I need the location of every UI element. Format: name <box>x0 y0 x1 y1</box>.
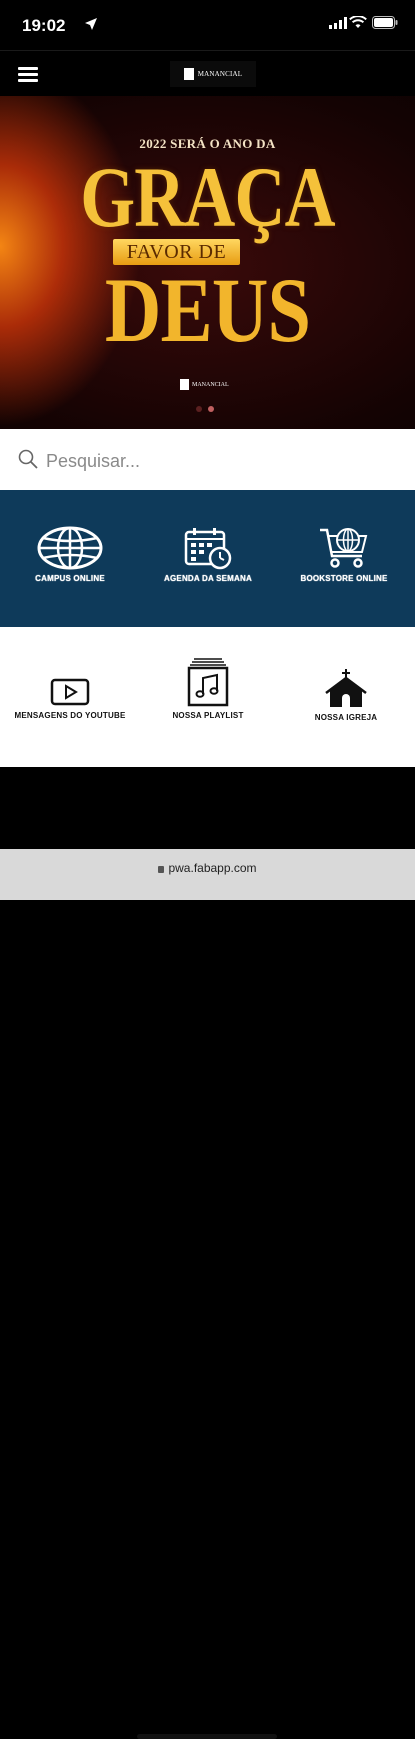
app-header: MANANCIAL <box>0 50 415 97</box>
search-icon <box>18 449 38 469</box>
carousel-dot-2[interactable] <box>208 406 214 412</box>
search-bar <box>0 429 415 490</box>
status-bar: 19:02 <box>0 0 415 50</box>
logo-text: MANANCIAL <box>197 70 243 78</box>
cart-globe-icon <box>320 528 368 568</box>
tile-bookstore-online[interactable]: BOOKSTORE ONLINE <box>284 526 404 583</box>
home-indicator[interactable] <box>137 1734 277 1739</box>
tile-label: MENSAGENS DO YOUTUBE <box>14 711 126 720</box>
hero-word1: GRAÇA <box>80 149 335 245</box>
hero-logo: MANANCIAL <box>180 379 229 390</box>
app-logo[interactable]: MANANCIAL <box>170 61 256 87</box>
empty-area <box>0 767 415 849</box>
hero-banner[interactable]: 2022 SERÁ O ANO DA GRAÇA FAVOR DE DEUS M… <box>0 96 415 429</box>
shortcuts-row-2: MENSAGENS DO YOUTUBE NOSSA PLAYLIST NOSS… <box>0 627 415 767</box>
carousel-dot-1[interactable] <box>196 406 202 412</box>
tile-mensagens-youtube[interactable]: MENSAGENS DO YOUTUBE <box>10 677 130 720</box>
url-text: pwa.fabapp.com <box>168 861 257 875</box>
church-icon <box>325 669 367 707</box>
tile-label: BOOKSTORE ONLINE <box>300 574 388 583</box>
play-icon <box>50 678 90 706</box>
hero-logo-mark-icon <box>180 379 189 390</box>
browser-url-bar[interactable]: pwa.fabapp.com <box>0 849 415 1739</box>
tile-label: CAMPUS ONLINE <box>35 574 105 583</box>
globe-icon <box>37 526 103 570</box>
tile-campus-online[interactable]: CAMPUS ONLINE <box>10 526 130 583</box>
tile-label: NOSSA IGREJA <box>314 713 378 722</box>
shortcuts-row-1: CAMPUS ONLINE AGENDA DA SEMANA BOOKSTORE… <box>0 490 415 627</box>
url-text-container: pwa.fabapp.com <box>0 861 415 875</box>
tile-agenda-semana[interactable]: AGENDA DA SEMANA <box>148 526 268 583</box>
location-arrow-icon <box>85 18 97 30</box>
carousel-dots <box>196 406 214 412</box>
cellular-signal-icon <box>329 17 347 29</box>
tile-label: AGENDA DA SEMANA <box>164 574 252 583</box>
tile-label: NOSSA PLAYLIST <box>172 711 244 720</box>
calendar-clock-icon <box>184 528 232 570</box>
search-input[interactable] <box>44 445 398 477</box>
hamburger-menu-icon[interactable] <box>18 67 38 82</box>
lock-icon <box>158 866 165 873</box>
tile-nossa-playlist[interactable]: NOSSA PLAYLIST <box>148 657 268 720</box>
hero-logo-text: MANANCIAL <box>192 381 229 388</box>
battery-icon <box>372 16 398 29</box>
status-time: 19:02 <box>22 16 66 35</box>
hero-word2: DEUS <box>104 259 311 361</box>
logo-mark-icon <box>183 68 194 80</box>
wifi-icon <box>349 16 367 28</box>
tile-nossa-igreja[interactable]: NOSSA IGREJA <box>286 669 406 722</box>
music-stack-icon <box>187 658 229 707</box>
